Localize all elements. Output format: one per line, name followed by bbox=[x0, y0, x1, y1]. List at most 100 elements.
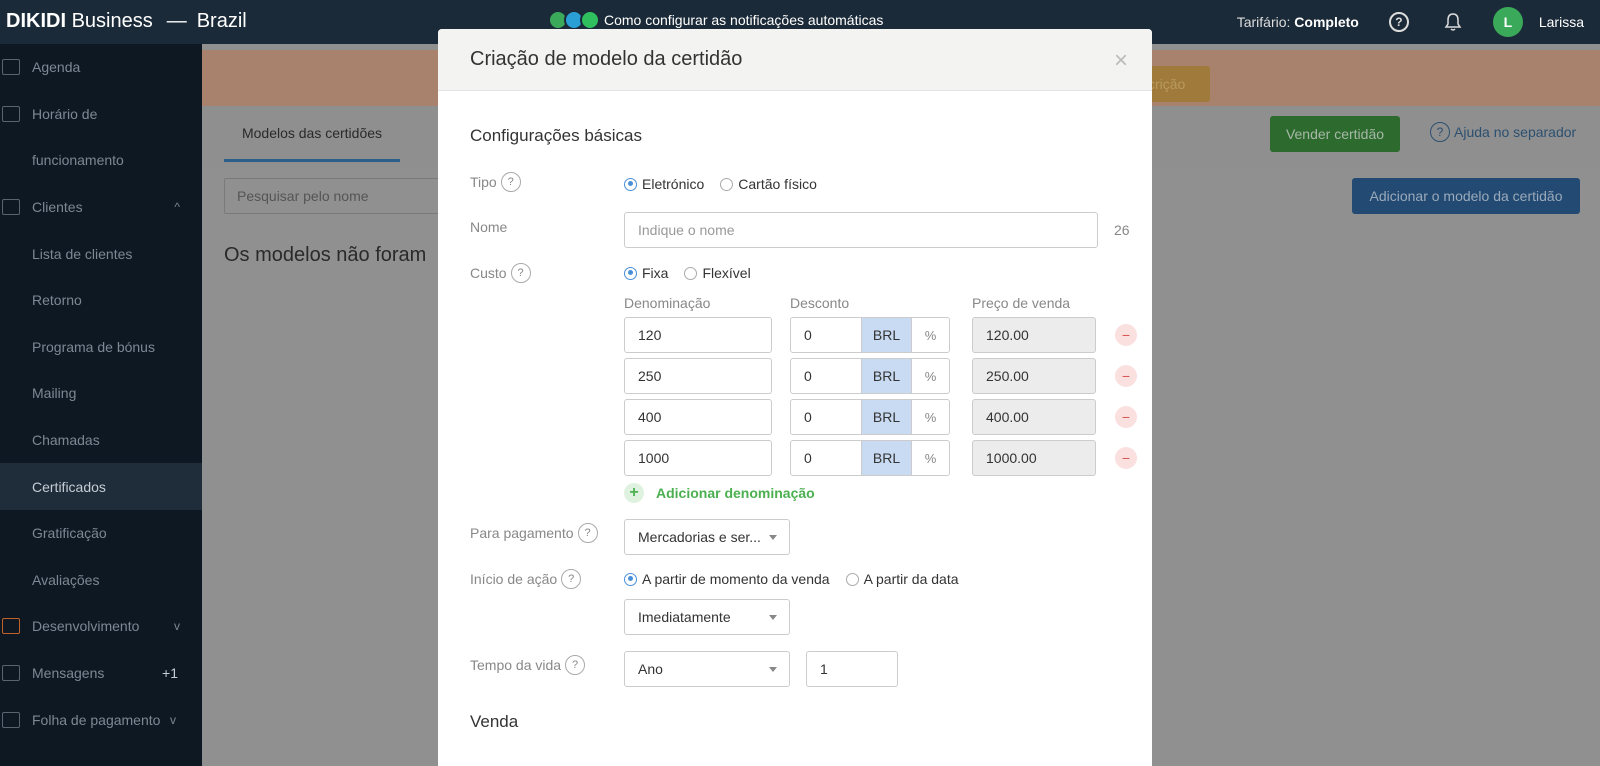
remove-row-button[interactable]: − bbox=[1115, 447, 1137, 469]
users-icon bbox=[2, 199, 20, 216]
messages-count-badge: +1 bbox=[162, 665, 178, 682]
currency-toggle-brl[interactable]: BRL bbox=[861, 359, 911, 393]
name-input[interactable]: Indique o nome bbox=[624, 212, 1098, 248]
calendar-book-icon bbox=[2, 59, 20, 76]
lifetime-unit-select[interactable]: Ano bbox=[624, 651, 790, 687]
remove-row-button[interactable]: − bbox=[1115, 324, 1137, 346]
sidebar-item-working-hours[interactable]: Horário de bbox=[0, 91, 202, 138]
payment-select[interactable]: Mercadorias e ser... bbox=[624, 519, 790, 555]
remove-row-button[interactable]: − bbox=[1115, 365, 1137, 387]
rocket-icon bbox=[2, 618, 20, 635]
username[interactable]: Larissa bbox=[1539, 14, 1584, 30]
discount-input[interactable]: 0 bbox=[791, 400, 861, 434]
sidebar-item-working-hours-cont[interactable]: funcionamento bbox=[0, 137, 202, 184]
table-icon bbox=[2, 711, 20, 728]
column-sale-price: Preço de venda bbox=[972, 295, 1071, 311]
sidebar-item-mailing[interactable]: Mailing bbox=[0, 370, 202, 417]
create-certificate-modal: Criação de modelo da certidão × Configur… bbox=[438, 29, 1152, 766]
add-certificate-model-button[interactable]: Adicionar o modelo da certidão bbox=[1352, 178, 1580, 214]
sidebar-item-calls[interactable]: Chamadas bbox=[0, 417, 202, 464]
sidebar-item-client-list[interactable]: Lista de clientes bbox=[0, 230, 202, 277]
name-char-counter: 26 bbox=[1114, 222, 1130, 238]
sidebar-item-payroll[interactable]: Folha de pagamento v bbox=[0, 696, 202, 743]
chevron-up-icon: ^ bbox=[174, 200, 180, 215]
percent-toggle[interactable]: % bbox=[911, 318, 949, 352]
percent-toggle[interactable]: % bbox=[911, 441, 949, 475]
sale-price-field: 120.00 bbox=[972, 317, 1096, 353]
bell-icon[interactable] bbox=[1443, 12, 1463, 32]
search-input[interactable]: Pesquisar pelo nome bbox=[224, 178, 454, 214]
sidebar-item-certificates[interactable]: Certificados bbox=[0, 463, 202, 510]
discount-group: 0 BRL % bbox=[790, 399, 950, 435]
close-icon[interactable]: × bbox=[1114, 47, 1128, 75]
type-label: Tipo? bbox=[470, 172, 521, 192]
sidebar-item-return[interactable]: Retorno bbox=[0, 277, 202, 324]
denomination-input[interactable]: 400 bbox=[624, 399, 772, 435]
currency-toggle-brl[interactable]: BRL bbox=[861, 441, 911, 475]
discount-group: 0 BRL % bbox=[790, 317, 950, 353]
sell-certificate-button[interactable]: Vender certidão bbox=[1270, 116, 1400, 152]
currency-toggle-brl[interactable]: BRL bbox=[861, 318, 911, 352]
add-denomination-button[interactable]: + Adicionar denominação bbox=[624, 483, 815, 503]
payment-label: Para pagamento? bbox=[470, 523, 598, 543]
caret-down-icon bbox=[769, 615, 777, 620]
discount-input[interactable]: 0 bbox=[791, 441, 861, 475]
denomination-input[interactable]: 250 bbox=[624, 358, 772, 394]
radio-from-date[interactable]: A partir da data bbox=[845, 571, 959, 587]
sale-price-field: 1000.00 bbox=[972, 440, 1096, 476]
radio-flexible[interactable]: Flexível bbox=[684, 265, 751, 281]
sidebar-item-gratification[interactable]: Gratificação bbox=[0, 510, 202, 557]
currency-toggle-brl[interactable]: BRL bbox=[861, 400, 911, 434]
tab-certificate-models[interactable]: Modelos das certidões bbox=[224, 106, 400, 162]
sidebar-item-clients[interactable]: Clientes ^ bbox=[0, 184, 202, 231]
question-icon[interactable]: ? bbox=[561, 569, 582, 589]
sale-price-field: 400.00 bbox=[972, 399, 1096, 435]
sidebar-item-development[interactable]: Desenvolvimento v bbox=[0, 603, 202, 650]
discount-group: 0 BRL % bbox=[790, 440, 950, 476]
cost-radio-group: Fixa Flexível bbox=[624, 265, 767, 281]
question-icon: ? bbox=[1430, 122, 1450, 142]
promo-text: Como configurar as notificações automáti… bbox=[604, 12, 884, 28]
sidebar-item-reviews[interactable]: Avaliações bbox=[0, 557, 202, 604]
question-icon[interactable]: ? bbox=[577, 523, 598, 543]
discount-input[interactable]: 0 bbox=[791, 359, 861, 393]
lifetime-label: Tempo da vida? bbox=[470, 655, 586, 675]
sidebar-item-bonus[interactable]: Programa de bónus bbox=[0, 324, 202, 371]
start-action-label: Início de ação? bbox=[470, 569, 582, 589]
column-discount: Desconto bbox=[790, 295, 850, 311]
radio-from-sale[interactable]: A partir de momento da venda bbox=[624, 571, 830, 587]
calendar-icon bbox=[2, 105, 20, 122]
avatar[interactable]: L bbox=[1492, 7, 1523, 37]
messenger-icons bbox=[548, 10, 600, 30]
promo-banner[interactable]: Como configurar as notificações automáti… bbox=[548, 10, 883, 30]
question-icon[interactable]: ? bbox=[500, 172, 521, 192]
help-link[interactable]: ? Ajuda no separador bbox=[1430, 122, 1576, 142]
percent-toggle[interactable]: % bbox=[911, 359, 949, 393]
chat-icon bbox=[2, 665, 20, 682]
question-icon[interactable]: ? bbox=[510, 263, 531, 283]
denomination-input[interactable]: 120 bbox=[624, 317, 772, 353]
column-denomination: Denominação bbox=[624, 295, 711, 311]
start-timing-select[interactable]: Imediatamente bbox=[624, 599, 790, 635]
denomination-input[interactable]: 1000 bbox=[624, 440, 772, 476]
percent-toggle[interactable]: % bbox=[911, 400, 949, 434]
brand-logo[interactable]: DIKIDI Business — Brazil bbox=[6, 10, 247, 33]
radio-fixed[interactable]: Fixa bbox=[624, 265, 668, 281]
caret-down-icon bbox=[769, 667, 777, 672]
section-basic-settings: Configurações básicas bbox=[470, 126, 642, 145]
empty-state-heading: Os modelos não foram bbox=[224, 244, 427, 266]
sidebar-item-messages[interactable]: Mensagens +1 bbox=[0, 650, 202, 697]
tariff-info[interactable]: Tarifário: Completo bbox=[1237, 14, 1359, 30]
chevron-down-icon: v bbox=[174, 619, 180, 634]
question-icon[interactable]: ? bbox=[565, 655, 586, 675]
remove-row-button[interactable]: − bbox=[1115, 406, 1137, 428]
discount-input[interactable]: 0 bbox=[791, 318, 861, 352]
start-radio-group: A partir de momento da venda A partir da… bbox=[624, 571, 975, 587]
radio-electronic[interactable]: Eletrónico bbox=[624, 176, 704, 192]
lifetime-value-input[interactable]: 1 bbox=[806, 651, 898, 687]
cost-label: Custo? bbox=[470, 263, 531, 283]
help-icon[interactable]: ? bbox=[1388, 12, 1409, 32]
radio-physical-card[interactable]: Cartão físico bbox=[720, 176, 817, 192]
sidebar-item-agenda[interactable]: Agenda bbox=[0, 44, 202, 91]
modal-title: Criação de modelo da certidão bbox=[470, 48, 743, 70]
